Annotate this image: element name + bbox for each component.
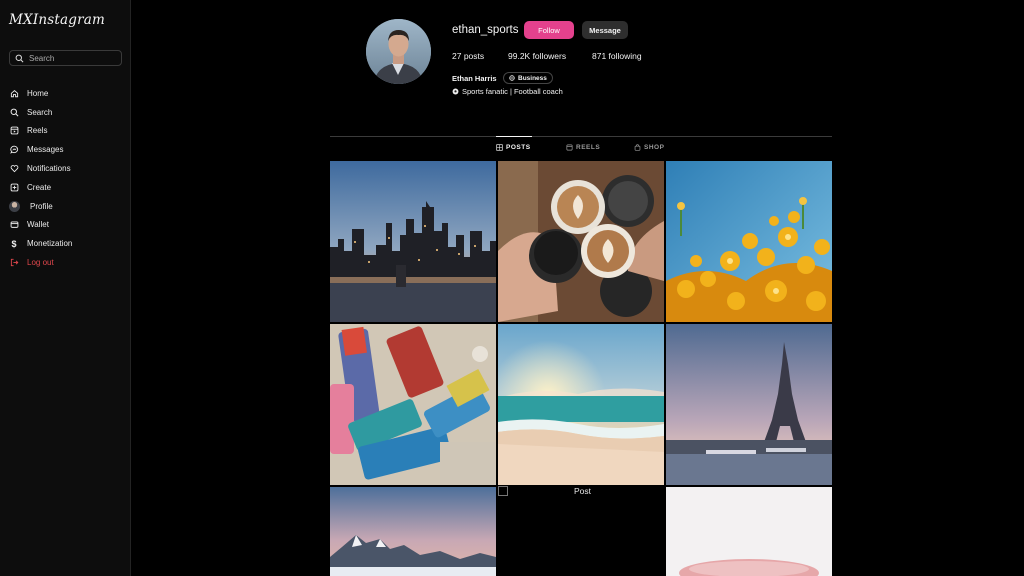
post-tile[interactable] xyxy=(330,161,496,322)
sidebar-item-notifications[interactable]: Notifications xyxy=(9,159,124,178)
tab-reels[interactable]: REELS xyxy=(566,137,600,157)
post-tile[interactable] xyxy=(666,324,832,485)
soccer-ball-icon xyxy=(452,88,459,95)
sidebar-item-label: Messages xyxy=(27,145,64,155)
post-tile[interactable] xyxy=(498,161,664,322)
post-image-mountain-peaks xyxy=(330,487,496,576)
sidebar-item-label: Reels xyxy=(27,126,48,136)
sidebar-item-label: Create xyxy=(27,182,52,192)
sidebar: MXInstagram Home Search Reels Messages xyxy=(0,0,131,576)
post-tile[interactable] xyxy=(666,161,832,322)
search-icon xyxy=(9,107,19,117)
search-input[interactable] xyxy=(29,53,119,63)
post-tile-broken[interactable]: Post xyxy=(498,486,664,576)
logout-icon xyxy=(9,258,19,268)
posts-count: 27 posts xyxy=(452,51,485,61)
post-image-eiffel-tower xyxy=(666,324,832,485)
business-badge: Business xyxy=(503,72,553,84)
profile-avatar[interactable] xyxy=(366,19,431,84)
post-tile[interactable] xyxy=(666,487,832,576)
tab-label: POSTS xyxy=(506,143,531,151)
sidebar-item-label: Home xyxy=(27,88,49,98)
sidebar-item-search[interactable]: Search xyxy=(9,103,124,122)
broken-image-alt: Post xyxy=(498,486,591,496)
tab-shop[interactable]: SHOP xyxy=(634,137,664,157)
sidebar-item-label: Monetization xyxy=(27,239,73,249)
badge-label: Business xyxy=(518,74,547,82)
post-image-beach-sunset xyxy=(498,324,664,485)
tab-label: REELS xyxy=(576,143,601,151)
broken-image-alt-text: Post xyxy=(574,486,592,496)
sidebar-item-messages[interactable]: Messages xyxy=(9,140,124,159)
sidebar-item-logout[interactable]: Log out xyxy=(9,253,124,272)
sidebar-item-label: Notifications xyxy=(27,164,71,174)
post-tile[interactable] xyxy=(330,487,496,576)
reels-icon xyxy=(9,126,19,136)
follow-button[interactable]: Follow xyxy=(524,21,574,39)
post-image-pale-pink xyxy=(666,487,832,576)
home-icon xyxy=(9,88,19,98)
avatar xyxy=(9,200,20,212)
sidebar-item-reels[interactable]: Reels xyxy=(9,122,124,141)
broken-image-icon xyxy=(498,486,508,496)
sidebar-item-label: Profile xyxy=(30,201,53,211)
sidebar-item-label: Log out xyxy=(27,258,54,268)
heart-icon xyxy=(9,164,19,174)
sidebar-nav: Home Search Reels Messages Notifications… xyxy=(9,84,124,272)
sidebar-item-monetization[interactable]: $ Monetization xyxy=(9,234,124,253)
shop-icon xyxy=(634,143,641,151)
post-image-city-skyline xyxy=(330,161,496,322)
sidebar-item-create[interactable]: Create xyxy=(9,178,124,197)
globe-icon xyxy=(509,75,515,81)
grid-icon xyxy=(496,143,503,151)
post-tile[interactable] xyxy=(330,324,496,485)
plus-square-icon xyxy=(9,182,19,192)
sidebar-item-label: Search xyxy=(27,107,53,117)
followers-count[interactable]: 99.2K followers xyxy=(508,51,566,61)
profile-bio: Sports fanatic | Football coach xyxy=(452,87,563,96)
app-root: MXInstagram Home Search Reels Messages xyxy=(0,0,1024,576)
app-logo[interactable]: MXInstagram xyxy=(9,12,105,28)
messages-icon xyxy=(9,145,19,155)
sidebar-item-label: Wallet xyxy=(27,220,49,230)
sidebar-item-home[interactable]: Home xyxy=(9,84,124,103)
post-tile[interactable] xyxy=(498,324,664,485)
post-image-latte-cups xyxy=(498,161,664,322)
following-count[interactable]: 871 following xyxy=(592,51,642,61)
profile-full-name: Ethan Harris xyxy=(452,74,497,83)
dollar-icon: $ xyxy=(11,238,17,249)
sidebar-search[interactable] xyxy=(9,50,122,66)
message-button[interactable]: Message xyxy=(582,21,628,39)
post-image-paint-brushes xyxy=(330,324,496,485)
sidebar-item-profile[interactable]: Profile xyxy=(9,197,124,216)
profile-username: ethan_sports xyxy=(452,24,519,36)
sidebar-item-wallet[interactable]: Wallet xyxy=(9,216,124,235)
post-image-yellow-flowers xyxy=(666,161,832,322)
tab-posts[interactable]: POSTS xyxy=(496,136,532,157)
reels-icon xyxy=(566,143,573,151)
wallet-icon xyxy=(9,220,19,230)
bio-text: Sports fanatic | Football coach xyxy=(462,87,563,96)
tab-label: SHOP xyxy=(644,143,665,151)
search-icon xyxy=(15,54,24,62)
